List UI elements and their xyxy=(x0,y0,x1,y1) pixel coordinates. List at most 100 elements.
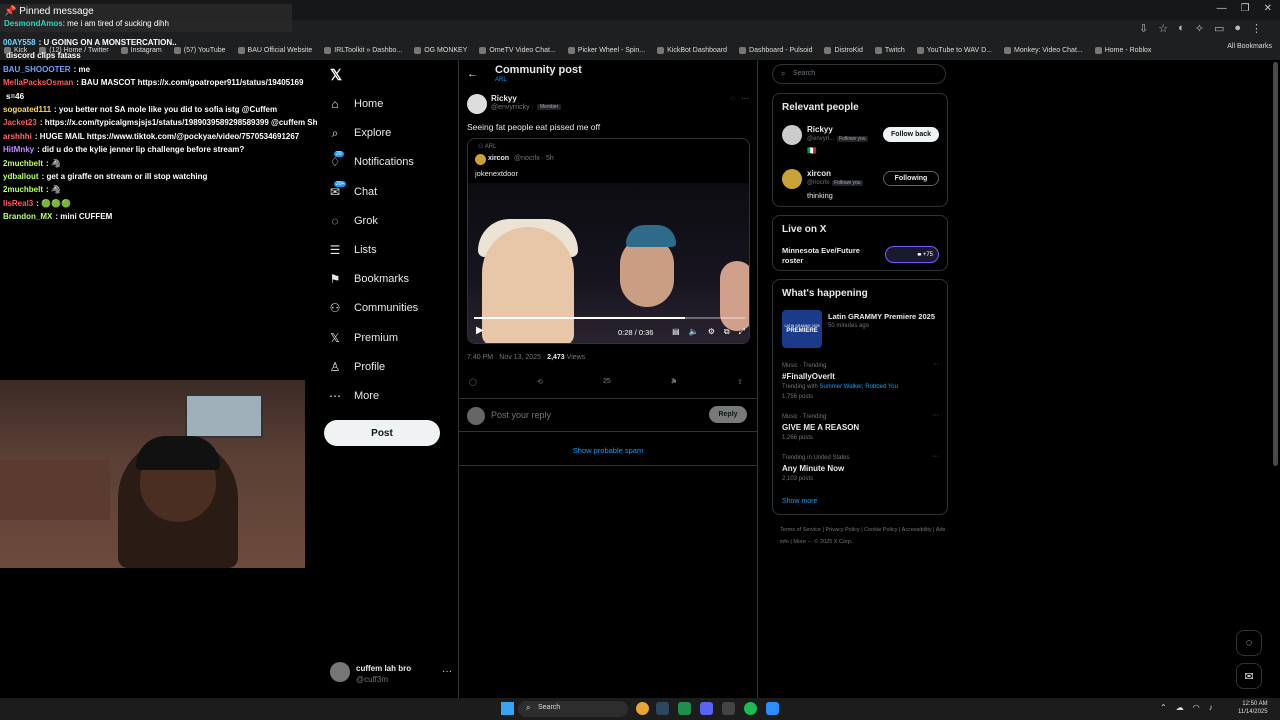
more-icon[interactable]: ··· xyxy=(741,94,749,103)
footer-links[interactable]: Terms of Service | Privacy Policy | Cook… xyxy=(780,524,950,548)
bookmark-item[interactable]: Dashboard - Pulsoid xyxy=(739,43,812,57)
quoted-post[interactable]: ⚇ ARL xircon @nocrlx · 5h jokenextdoor ▶… xyxy=(467,138,750,344)
chat-username[interactable]: MellaPacksOsman xyxy=(3,78,73,87)
maximize-button[interactable]: ❐ xyxy=(1241,3,1250,14)
grok-icon[interactable]: ◌ xyxy=(730,94,735,103)
community-link[interactable]: ARL xyxy=(495,77,507,83)
nav-item-chat[interactable]: ✉ 20+ Chat xyxy=(328,180,377,199)
chat-username[interactable]: BAU_SHOOOTER xyxy=(3,65,71,74)
chat-username[interactable]: 00AY558 xyxy=(3,38,36,47)
reply-icon[interactable]: ◯ xyxy=(469,378,477,386)
avatar[interactable] xyxy=(782,169,802,189)
chevron-up-icon[interactable]: ⌃ xyxy=(1160,703,1167,712)
taskbar-search[interactable]: ⌕ Search xyxy=(518,701,628,717)
close-button[interactable]: ✕ xyxy=(1264,3,1272,14)
post-button[interactable]: Post xyxy=(324,420,440,446)
chat-username[interactable]: sogoated111 xyxy=(3,105,51,114)
bookmark-item[interactable]: (57) YouTube xyxy=(173,43,226,57)
follow-back-button[interactable]: Follow back xyxy=(883,127,939,142)
nav-item-lists[interactable]: ☰ Lists xyxy=(328,243,377,257)
install-icon[interactable]: ⇩ xyxy=(1139,22,1148,35)
chat-username[interactable]: 2muchbelt xyxy=(3,159,43,168)
steam-icon[interactable] xyxy=(656,702,669,715)
settings-icon[interactable]: ⚙ xyxy=(708,327,715,337)
nav-item-home[interactable]: ⌂ Home xyxy=(328,97,383,111)
volume-icon[interactable]: ♪ xyxy=(1209,703,1213,712)
clock[interactable]: 12:50 AM 11/14/2025 xyxy=(1238,700,1268,716)
app-icon[interactable] xyxy=(766,702,779,715)
menu-icon[interactable]: ⋮ xyxy=(1251,22,1262,35)
chat-username[interactable]: HitMnky xyxy=(3,145,34,154)
chat-username[interactable]: Brandon_MX xyxy=(3,212,52,221)
start-button-icon[interactable] xyxy=(501,702,514,715)
nav-item-grok[interactable]: ◌ Grok xyxy=(328,214,377,228)
video-player[interactable]: ▶ 0:28 / 0:36 ▤ 🔈 ⚙ ⧉ ⤢ xyxy=(468,183,749,343)
profile-icon[interactable]: ● xyxy=(1234,22,1241,35)
author-name[interactable]: Rickyy xyxy=(491,94,517,103)
account-more-icon[interactable]: ··· xyxy=(442,666,452,677)
back-arrow-icon[interactable]: ← xyxy=(467,68,478,80)
nav-item-communities[interactable]: ⚇ Communities xyxy=(328,301,419,315)
trend-more-icon[interactable]: ··· xyxy=(932,453,939,460)
bookmark-item[interactable]: BAU Official Website xyxy=(237,43,312,57)
grok-float-icon[interactable]: ◌ xyxy=(1236,630,1262,656)
share-icon[interactable]: ⇪ xyxy=(737,378,743,386)
all-bookmarks-link[interactable]: All Bookmarks xyxy=(1227,43,1272,50)
chat-username[interactable]: 2muchbelt xyxy=(3,185,43,194)
bookmark-item[interactable]: YouTube to WAV D... xyxy=(916,43,992,57)
app-icon[interactable] xyxy=(678,702,691,715)
discord-icon[interactable] xyxy=(700,702,713,715)
trend-name[interactable]: GIVE ME A REASON xyxy=(782,423,859,432)
trend-related[interactable]: Summer Walker, Robbed You xyxy=(819,384,898,390)
bookmark-item[interactable]: OG MONKEY xyxy=(414,43,467,57)
reply-input[interactable]: Post your reply xyxy=(491,410,551,420)
x-logo-icon[interactable]: 𝕏 xyxy=(330,66,342,84)
nav-item-bookmarks[interactable]: ⚑ Bookmarks xyxy=(328,272,409,286)
nav-item-explore[interactable]: ⌕ Explore xyxy=(328,126,392,140)
volume-icon[interactable]: 🔈 xyxy=(689,327,699,337)
avatar[interactable] xyxy=(782,125,802,145)
bookmark-item[interactable]: Home - Roblox xyxy=(1094,43,1151,57)
account-switcher[interactable]: cuffem lah bro @cuff3m ··· xyxy=(328,660,452,688)
nav-item-profile[interactable]: ♙ Profile xyxy=(328,360,386,374)
event-thumbnail[interactable]: LATIN GRAMMY 2025 PREMIERE xyxy=(782,310,822,348)
chat-username[interactable]: lisReal3 xyxy=(3,199,33,208)
cloud-icon[interactable]: ☁ xyxy=(1176,703,1184,712)
trend-name[interactable]: Any Minute Now xyxy=(782,464,844,473)
person-name[interactable]: Rickyy xyxy=(807,125,833,134)
chat-username[interactable]: ydballout xyxy=(3,172,39,181)
bookmark-item[interactable]: IRLToolkit » Dashbo... xyxy=(324,43,402,57)
chrome-icon[interactable] xyxy=(636,702,649,715)
person-name[interactable]: xircon xyxy=(807,169,831,178)
reply-button[interactable]: Reply xyxy=(709,406,747,423)
trend-more-icon[interactable]: ··· xyxy=(932,412,939,419)
wifi-icon[interactable]: ◠ xyxy=(1193,703,1200,712)
video-progress-bar[interactable] xyxy=(474,317,745,319)
play-icon[interactable]: ▶ xyxy=(476,325,484,336)
messages-float-icon[interactable]: ✉ xyxy=(1236,663,1262,689)
event-name[interactable]: Latin GRAMMY Premiere 2025 xyxy=(828,312,935,321)
fullscreen-icon[interactable]: ⤢ xyxy=(739,327,745,337)
star-icon[interactable]: ☆ xyxy=(1158,22,1168,35)
chat-username[interactable]: arshhhi xyxy=(3,132,32,141)
spotify-icon[interactable] xyxy=(744,702,757,715)
author-avatar[interactable] xyxy=(467,94,487,114)
show-spam-link[interactable]: Show probable spam xyxy=(459,446,757,455)
pip-icon[interactable]: ⧉ xyxy=(724,327,730,337)
nav-item-premium[interactable]: 𝕏 Premium xyxy=(328,331,398,345)
trend-more-icon[interactable]: ··· xyxy=(932,361,939,368)
bookmark-item[interactable]: DistroKid xyxy=(824,43,863,57)
bookmark-item[interactable]: OmeTV Video Chat... xyxy=(479,43,556,57)
show-more-link[interactable]: Show more xyxy=(782,498,817,505)
extension-icon[interactable]: ◐ xyxy=(1178,22,1185,35)
nav-item-more[interactable]: ⋯ More xyxy=(328,389,379,403)
live-card[interactable]: Live on X Minnesota Eve/Future roster ●●… xyxy=(772,215,948,271)
puzzle-icon[interactable]: ✧ xyxy=(1195,22,1204,35)
search-input[interactable]: ⌕ Search xyxy=(772,64,946,84)
obs-icon[interactable] xyxy=(722,702,735,715)
scrollbar[interactable] xyxy=(1273,62,1278,466)
following-button[interactable]: Following xyxy=(883,171,939,186)
bookmark-item[interactable]: Twitch xyxy=(874,43,905,57)
chat-username[interactable]: Jacket23 xyxy=(3,118,37,127)
minimize-button[interactable]: — xyxy=(1217,3,1227,14)
